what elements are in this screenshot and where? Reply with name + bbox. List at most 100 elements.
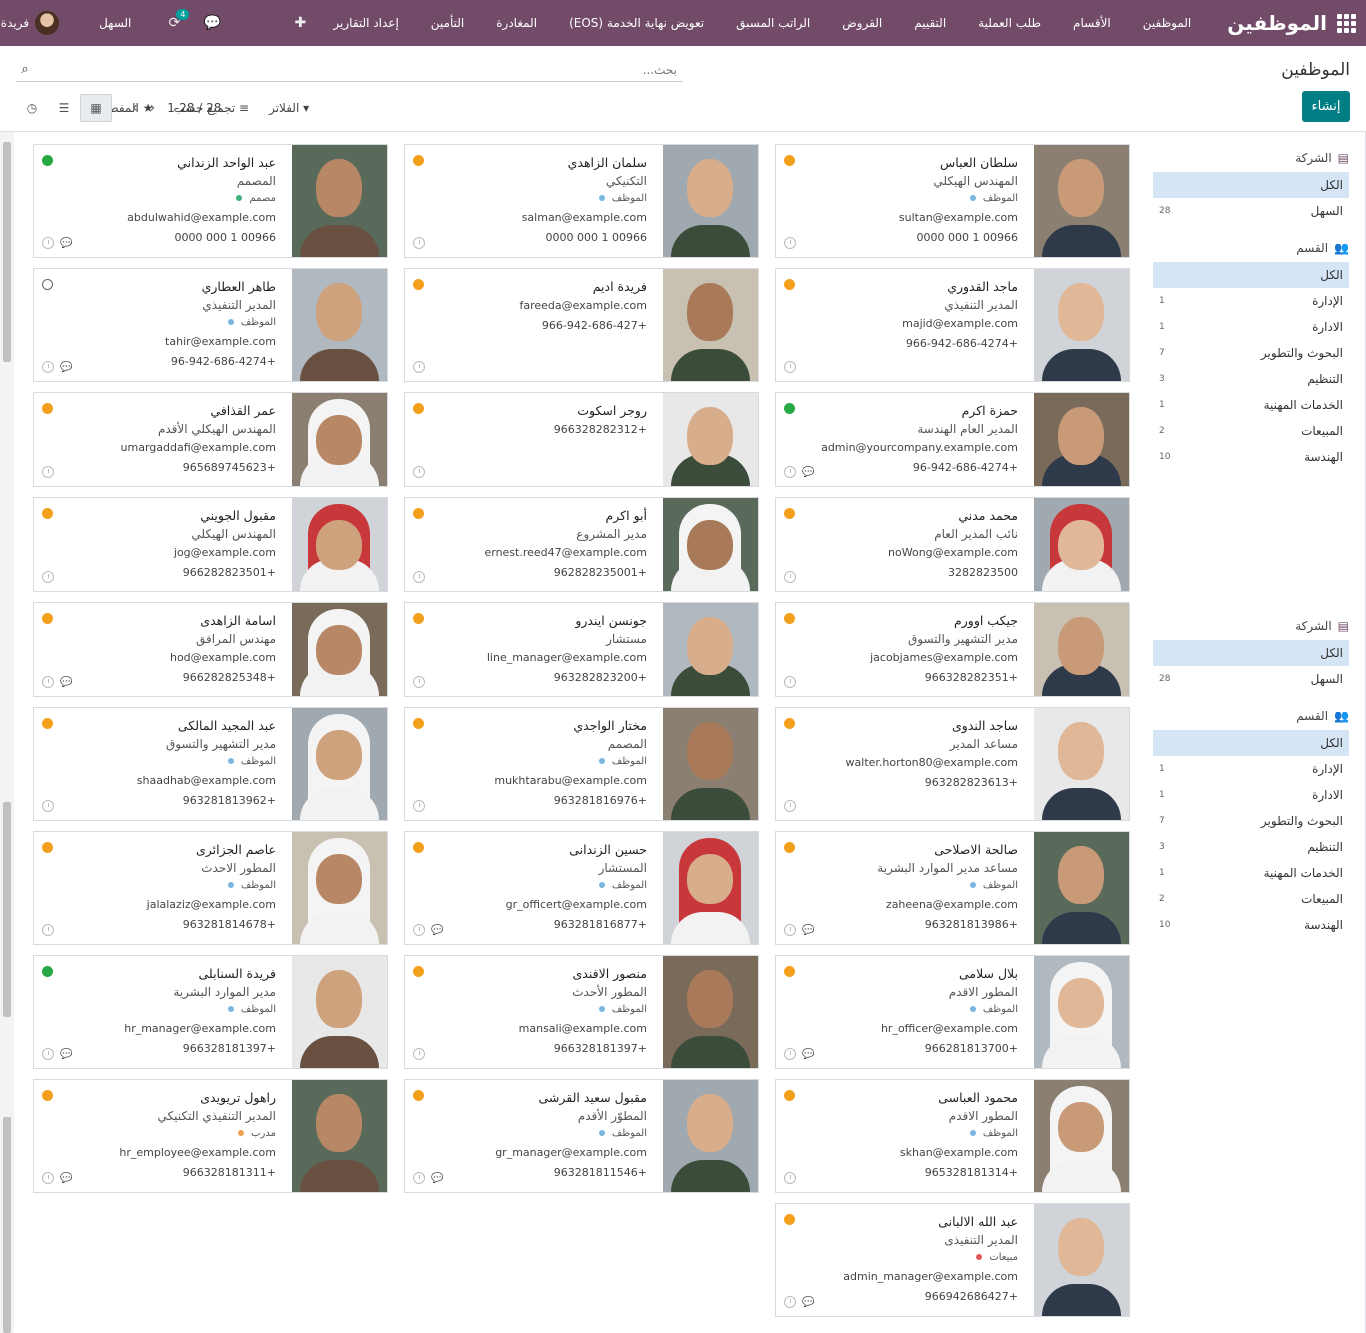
activity-clock-icon[interactable] [784, 466, 796, 478]
employee-card[interactable]: عمر القذافي المهندس الهيكلي الأقدم umargad… [33, 392, 388, 487]
activity-view-icon[interactable]: ◷ [16, 94, 48, 122]
employee-card[interactable]: عبد المجيد المالكى مدير التشهير والتسوق ال… [33, 707, 388, 821]
chat-bubble-icon[interactable]: 💬 [431, 1173, 443, 1184]
search-icon[interactable]: ⌕ [16, 62, 34, 77]
employee-card[interactable]: مختار الواجدي المصمم الموظف mukhtarabu@exa… [404, 707, 759, 821]
activity-clock-icon[interactable] [784, 1172, 796, 1184]
employee-card[interactable]: حمزة اكرم المدير العام الهندسة admin@yourc… [775, 392, 1130, 487]
search-input[interactable] [34, 62, 683, 77]
activity-clock-icon[interactable] [42, 1172, 54, 1184]
filter-department[interactable]: الخدمات المهنية 1 [1153, 392, 1349, 418]
app-title[interactable]: الموظفين [1227, 11, 1327, 35]
chat-bubble-icon[interactable]: 💬 [60, 238, 72, 249]
activity-clock-icon[interactable] [784, 800, 796, 812]
activity-clock-icon[interactable] [42, 924, 54, 936]
activity-clock-icon[interactable] [413, 466, 425, 478]
filter-department[interactable]: الادارة 1 [1153, 314, 1349, 340]
activity-clock-icon[interactable] [42, 237, 54, 249]
nav-menu-item[interactable]: الراتب المسبق [720, 16, 826, 30]
activity-clock-icon[interactable] [413, 361, 425, 373]
activity-clock-icon[interactable] [784, 924, 796, 936]
chat-bubble-icon[interactable]: 💬 [802, 1049, 814, 1060]
employee-card[interactable]: جونسن ايندرو مستشار line_manager@example.c… [404, 602, 759, 697]
nav-menu-item[interactable]: المغادرة [480, 16, 553, 30]
chevron-right-icon[interactable]: › [150, 100, 156, 116]
pager-value[interactable]: 1-28 / 28 [167, 101, 221, 115]
employee-card[interactable]: ماجد القدوري المدير التنفيذي majid@example… [775, 268, 1130, 382]
apps-menu-icon[interactable] [1337, 9, 1356, 37]
filter-all-departments[interactable]: الكل [1153, 262, 1349, 288]
employee-card[interactable]: بلال سلامى المطور الاقدم الموظف hr_officer… [775, 955, 1130, 1069]
employee-card[interactable]: ساجد الندوى مساعد المدير walter.horton80@e… [775, 707, 1130, 821]
activity-clock-icon[interactable] [784, 237, 796, 249]
filter-department[interactable]: البحوث والتطوير 7 [1153, 808, 1349, 834]
user-menu[interactable]: فريدة [1, 11, 65, 35]
filter-all-companies[interactable]: الكل [1153, 172, 1349, 198]
chevron-left-icon[interactable]: ‹ [132, 100, 138, 116]
employee-card[interactable]: حسين الزندانى المستشار الموظف gr_officert@… [404, 831, 759, 945]
filter-company[interactable]: السهل 28 [1153, 198, 1349, 224]
chat-bubble-icon[interactable]: 💬 [60, 1173, 72, 1184]
activity-clock-icon[interactable] [42, 676, 54, 688]
activity-clock-icon[interactable] [413, 676, 425, 688]
chat-bubble-icon[interactable]: 💬 [802, 467, 814, 478]
employee-card[interactable]: طاهر العطاري المدير التنفيذي الموظف tahir@… [33, 268, 388, 382]
nav-menu-item[interactable]: الموظفين [1127, 16, 1208, 30]
activity-clock-icon[interactable] [42, 361, 54, 373]
filter-department[interactable]: المبيعات 2 [1153, 886, 1349, 912]
nav-menu-item[interactable]: الأقسام [1057, 16, 1127, 30]
filter-department[interactable]: التنظيم 3 [1153, 366, 1349, 392]
employee-card[interactable]: أبو اكرم مدير المشروع ernest.reed47@exampl… [404, 497, 759, 592]
chat-bubble-icon[interactable]: 💬 [431, 925, 443, 936]
employee-card[interactable]: فريدة اديم fareeda@example.com +966-942-68… [404, 268, 759, 382]
filter-all-companies[interactable]: الكل [1153, 640, 1349, 666]
create-button[interactable]: إنشاء [1302, 91, 1350, 122]
activity-clock-icon[interactable] [413, 924, 425, 936]
filter-department[interactable]: المبيعات 2 [1153, 418, 1349, 444]
company-switcher[interactable]: السهل [69, 16, 153, 30]
chat-bubble-icon[interactable]: 💬 [60, 677, 72, 688]
chat-bubble-icon[interactable]: 💬 [60, 1049, 72, 1060]
employee-card[interactable]: منصور الافندى المطور الأحدث الموظف mansali… [404, 955, 759, 1069]
activity-clock-icon[interactable] [413, 1048, 425, 1060]
employee-card[interactable]: عاصم الجزائرى المطور الاحدث الموظف jalalaz… [33, 831, 388, 945]
filter-department[interactable]: الإدارة 1 [1153, 288, 1349, 314]
chat-bubble-icon[interactable]: 💬 [802, 925, 814, 936]
activity-clock-icon[interactable] [413, 1172, 425, 1184]
activity-clock-icon[interactable] [413, 237, 425, 249]
activity-clock-icon[interactable] [42, 466, 54, 478]
employee-card[interactable]: محمد مدني نائب المدير العام noWong@example… [775, 497, 1130, 592]
activity-clock-icon[interactable] [784, 361, 796, 373]
activity-clock-icon[interactable] [784, 1048, 796, 1060]
activity-clock-icon[interactable] [42, 800, 54, 812]
nav-menu-item[interactable]: التأمين [415, 16, 480, 30]
employee-card[interactable]: صالحة الاصلاحى مساعد مدير الموارد البشرية… [775, 831, 1130, 945]
nav-menu-item[interactable]: التقييم [898, 16, 962, 30]
filter-department[interactable]: الهندسة 10 [1153, 444, 1349, 470]
employee-card[interactable]: عبد الله الالبانى المدير التنفيذى مبيعات a… [775, 1203, 1130, 1317]
filter-department[interactable]: البحوث والتطوير 7 [1153, 340, 1349, 366]
employee-card[interactable]: عبد الواحد الزنداني المصمم مصمم abdulwahid… [33, 144, 388, 258]
activity-clock-icon[interactable] [784, 1296, 796, 1308]
chat-icon[interactable]: 💬 [195, 15, 229, 31]
filter-department[interactable]: التنظيم 3 [1153, 834, 1349, 860]
activity-clock-icon[interactable] [413, 571, 425, 583]
employee-card[interactable]: سلطان العباس المهندس الهيكلي الموظف sultan… [775, 144, 1130, 258]
activity-clock-icon[interactable] [784, 571, 796, 583]
employee-card[interactable]: اسامة الزاهدى مهندس المرافق hod@example.co… [33, 602, 388, 697]
scrollbar[interactable] [0, 132, 14, 1333]
employee-card[interactable]: محمود العباسى المطور الاقدم الموظف skhan@e… [775, 1079, 1130, 1193]
list-view-icon[interactable]: ☰ [48, 94, 80, 122]
filter-department[interactable]: الهندسة 10 [1153, 912, 1349, 938]
employee-card[interactable]: مقبول سعيد القرشى المطوّر الأقدم الموظف gr… [404, 1079, 759, 1193]
activity-clock-icon[interactable]: ⟳ 4 [157, 9, 191, 31]
chat-bubble-icon[interactable]: 💬 [60, 362, 72, 373]
filters-button[interactable]: ▾ الفلاتر [269, 101, 309, 115]
employee-card[interactable]: مقبول الجويني المهندس الهيكلي jog@example.… [33, 497, 388, 592]
chat-bubble-icon[interactable]: 💬 [802, 1297, 814, 1308]
filter-department[interactable]: الخدمات المهنية 1 [1153, 860, 1349, 886]
nav-menu-item[interactable]: تعويض نهاية الخدمة (EOS) [553, 16, 720, 30]
kanban-view-icon[interactable]: ▦ [80, 94, 112, 122]
filter-all-departments[interactable]: الكل [1153, 730, 1349, 756]
activity-clock-icon[interactable] [42, 1048, 54, 1060]
